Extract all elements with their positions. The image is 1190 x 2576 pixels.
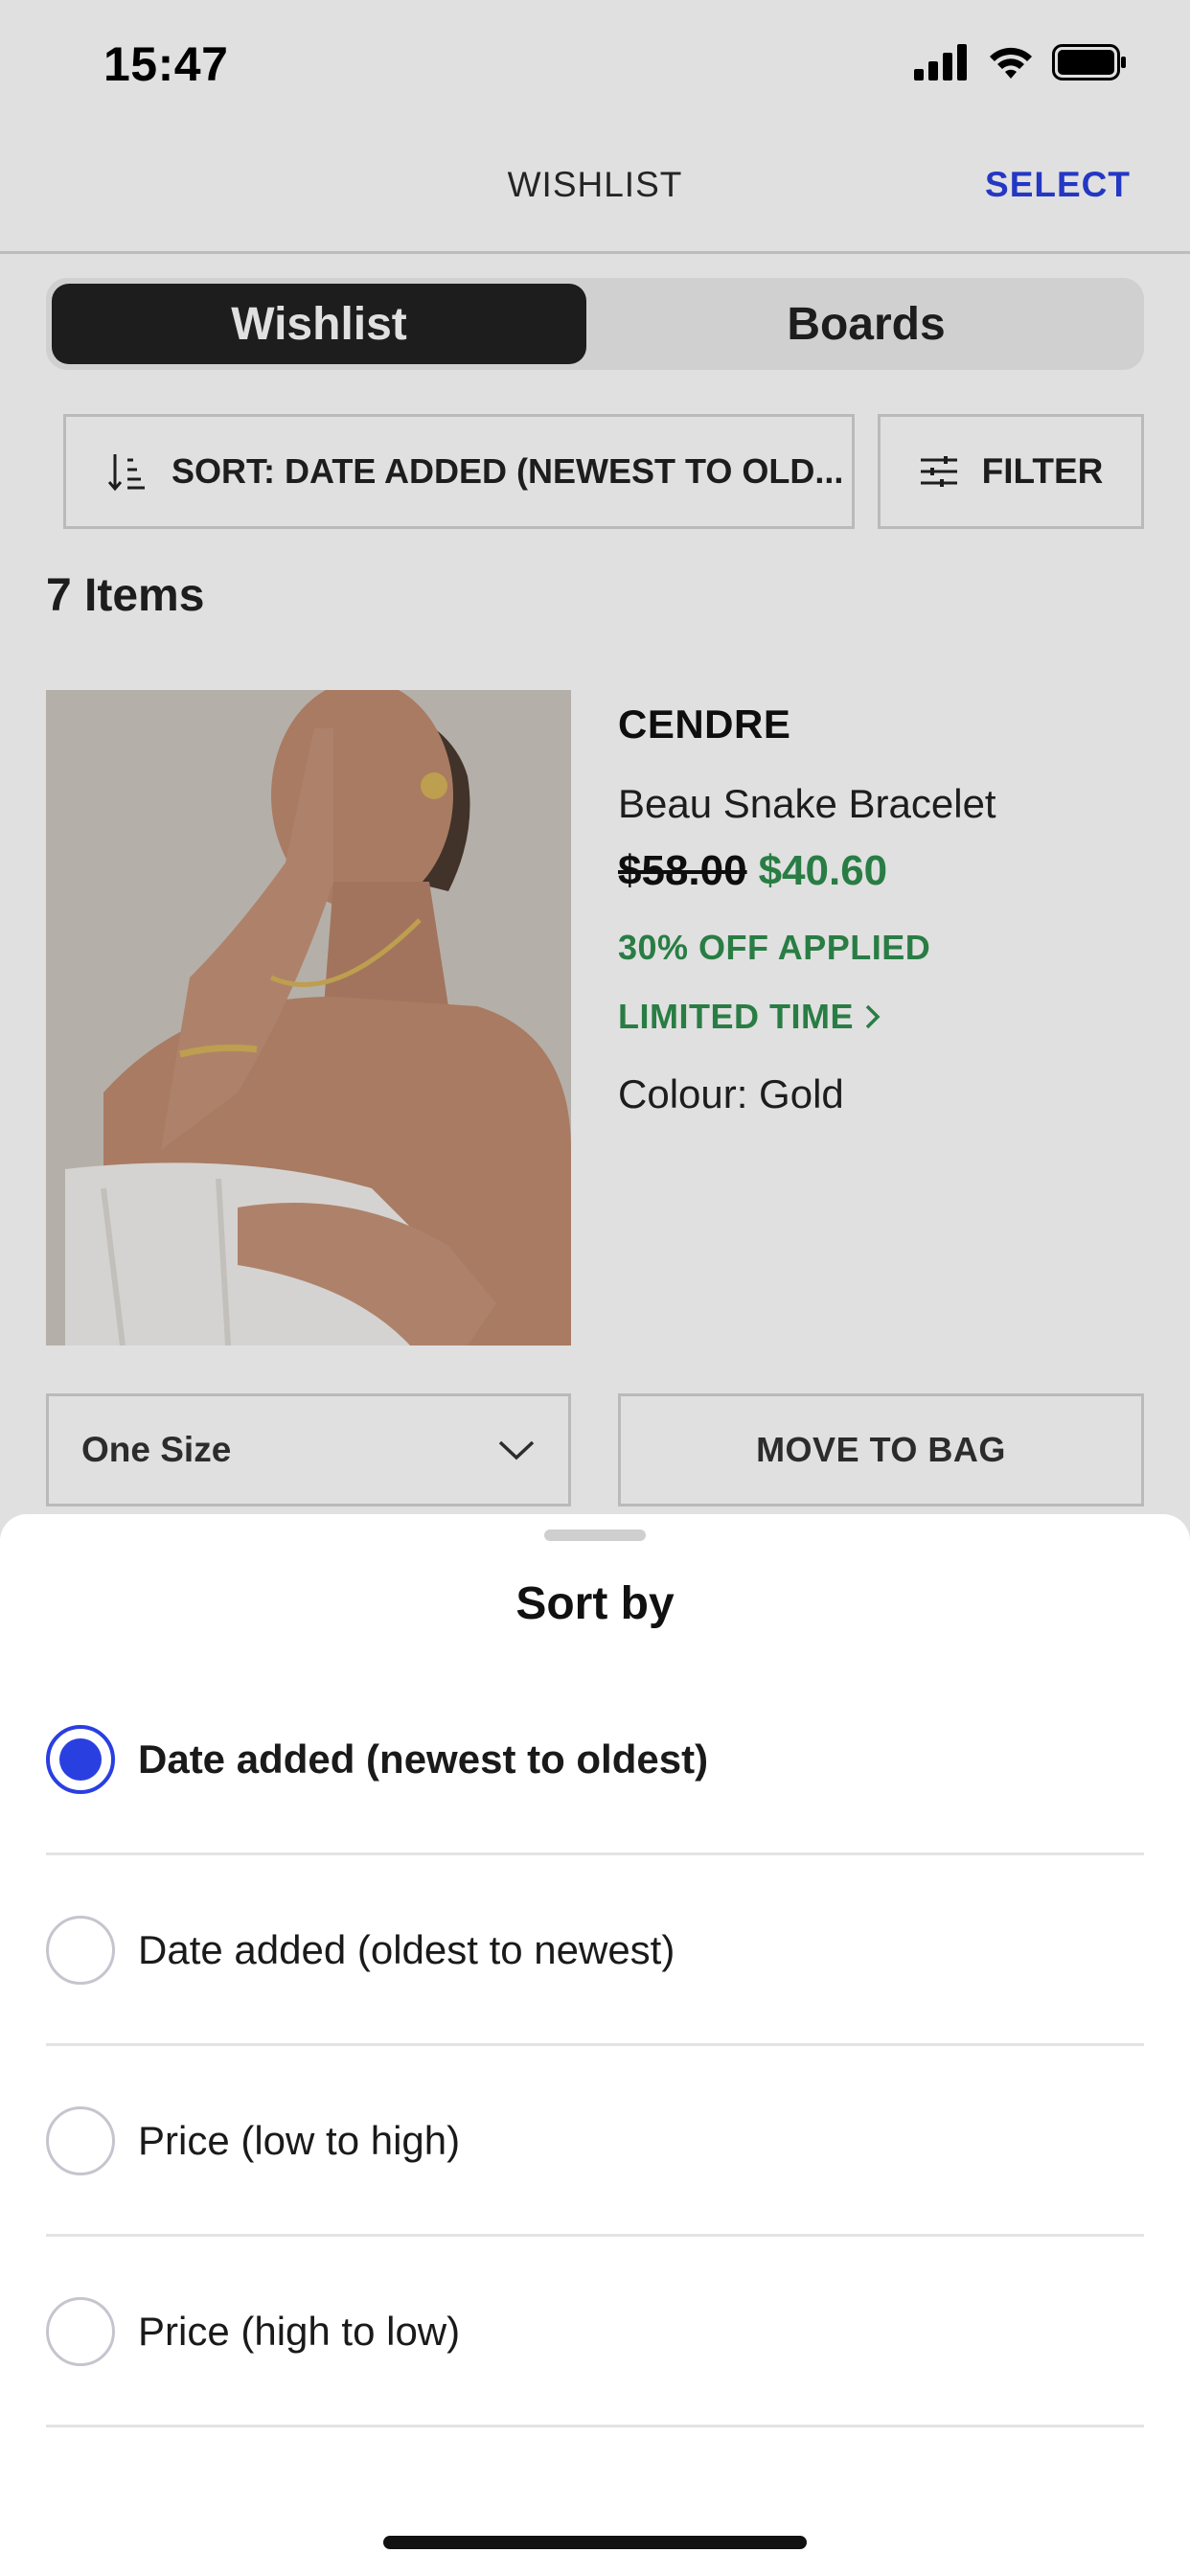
sheet-title: Sort by	[515, 1578, 675, 1629]
radio-selected[interactable]	[46, 1724, 115, 1794]
sort-option-label: Date added (oldest to newest)	[138, 1926, 675, 1972]
sort-option-label: Date added (newest to oldest)	[138, 1736, 709, 1782]
sheet-grabber[interactable]	[544, 1530, 646, 1541]
sort-sheet: Sort by Date added (newest to oldest) Da…	[0, 1514, 1190, 2576]
radio-unselected[interactable]	[46, 2105, 115, 2175]
sort-option-price-high-low[interactable]: Price (high to low)	[46, 2238, 1144, 2427]
sort-option-date-newest[interactable]: Date added (newest to oldest)	[46, 1666, 1144, 1855]
radio-unselected[interactable]	[46, 1915, 115, 1985]
sort-option-label: Price (high to low)	[138, 2308, 461, 2354]
radio-unselected[interactable]	[46, 2296, 115, 2366]
sort-option-price-low-high[interactable]: Price (low to high)	[46, 2047, 1144, 2237]
home-indicator[interactable]	[383, 2536, 807, 2549]
sort-option-label: Price (low to high)	[138, 2117, 461, 2163]
sort-option-date-oldest[interactable]: Date added (oldest to newest)	[46, 1856, 1144, 2046]
